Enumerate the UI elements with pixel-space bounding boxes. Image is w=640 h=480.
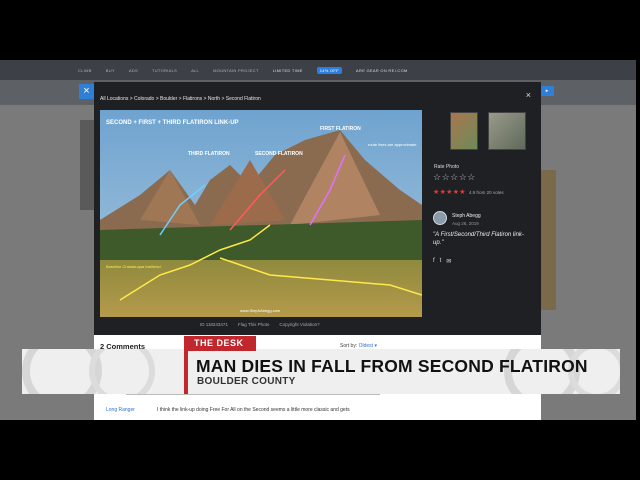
- photo-caption: "A First/Second/Third Flatiron link-up.": [433, 232, 524, 246]
- close-overlay-icon[interactable]: ×: [79, 84, 94, 99]
- route-photo[interactable]: SECOND + FIRST + THIRD FLATIRON LINK-UP …: [100, 110, 422, 317]
- photo-watermark: www.StephAbegg.com: [240, 308, 281, 313]
- close-icon[interactable]: ×: [526, 90, 531, 100]
- background-thumbnail: [540, 170, 556, 310]
- rate-photo-label: Rate Photo: [434, 164, 460, 170]
- accent-bar: [184, 351, 188, 394]
- background-action-button[interactable]: ▸: [540, 86, 554, 96]
- nav-item-climb[interactable]: CLIMB: [78, 68, 92, 73]
- flatiron-photo-svg: SECOND + FIRST + THIRD FLATIRON LINK-UP …: [100, 110, 422, 317]
- nav-item-buy[interactable]: BUY: [106, 68, 115, 73]
- label-first-flatiron: FIRST FLATIRON: [320, 126, 361, 132]
- rating-stars: ★★★★★: [433, 189, 466, 196]
- news-location: BOULDER COUNTY: [197, 376, 296, 387]
- nav-offer-tail: ARE GEAR ON REI.COM: [355, 67, 408, 73]
- share-icons: f t ✉: [433, 258, 451, 265]
- average-rating: ★★★★★ 4.9 from 20 votes: [433, 188, 504, 196]
- comment-text: I think the link-up doing Free For All o…: [157, 407, 350, 413]
- news-headline: MAN DIES IN FALL FROM SECOND FLATIRON: [196, 356, 588, 376]
- nav-item-all[interactable]: ALL: [191, 68, 199, 73]
- author-name[interactable]: Steph Abegg: [452, 213, 481, 219]
- segment-tag: THE DESK: [184, 336, 256, 351]
- photo-id: ID 118243471: [200, 322, 228, 327]
- photo-date: Aug 26, 2019: [452, 221, 479, 226]
- nav-item-mountain-project[interactable]: MOUNTAIN PROJECT: [213, 68, 259, 73]
- commenter-name[interactable]: Long Ranger: [106, 407, 135, 413]
- copyright-link[interactable]: Copyright Violation?: [279, 322, 319, 327]
- nav-item-ads[interactable]: ADS: [129, 68, 138, 73]
- breadcrumb[interactable]: All Locations > Colorado > Boulder > Fla…: [100, 96, 261, 102]
- label-third-flatiron: THIRD FLATIRON: [188, 151, 230, 157]
- broadcast-frame: CLIMB BUY ADS TUTORIALS ALL MOUNTAIN PRO…: [0, 0, 640, 480]
- email-icon[interactable]: ✉: [446, 258, 451, 265]
- nav-item-tutorials[interactable]: TUTORIALS: [152, 68, 177, 73]
- rating-text: 4.9 from 20 votes: [468, 189, 504, 195]
- rate-stars-input[interactable]: ☆☆☆☆☆: [433, 172, 476, 183]
- flag-photo-link[interactable]: Flag This Photo: [238, 322, 269, 327]
- label-trailhead: Baseline Chautauqua trailhead: [106, 264, 161, 269]
- photo-thumbnail-2[interactable]: [488, 112, 526, 150]
- nav-offer-pill[interactable]: 14% OFF: [316, 66, 342, 74]
- site-top-nav: CLIMB BUY ADS TUTORIALS ALL MOUNTAIN PRO…: [0, 60, 636, 80]
- nav-offer: LIMITED TIME: [272, 67, 303, 73]
- photo-footer: ID 118243471 Flag This Photo Copyright V…: [200, 322, 320, 327]
- label-second-flatiron: SECOND FLATIRON: [255, 151, 303, 157]
- photo-thumbnail-1[interactable]: [450, 112, 478, 150]
- twitter-icon[interactable]: t: [440, 258, 442, 265]
- label-route-note: route lines are approximate: [368, 142, 417, 147]
- facebook-icon[interactable]: f: [433, 258, 435, 265]
- avatar[interactable]: [433, 211, 447, 225]
- photo-title: SECOND + FIRST + THIRD FLATIRON LINK-UP: [106, 120, 239, 126]
